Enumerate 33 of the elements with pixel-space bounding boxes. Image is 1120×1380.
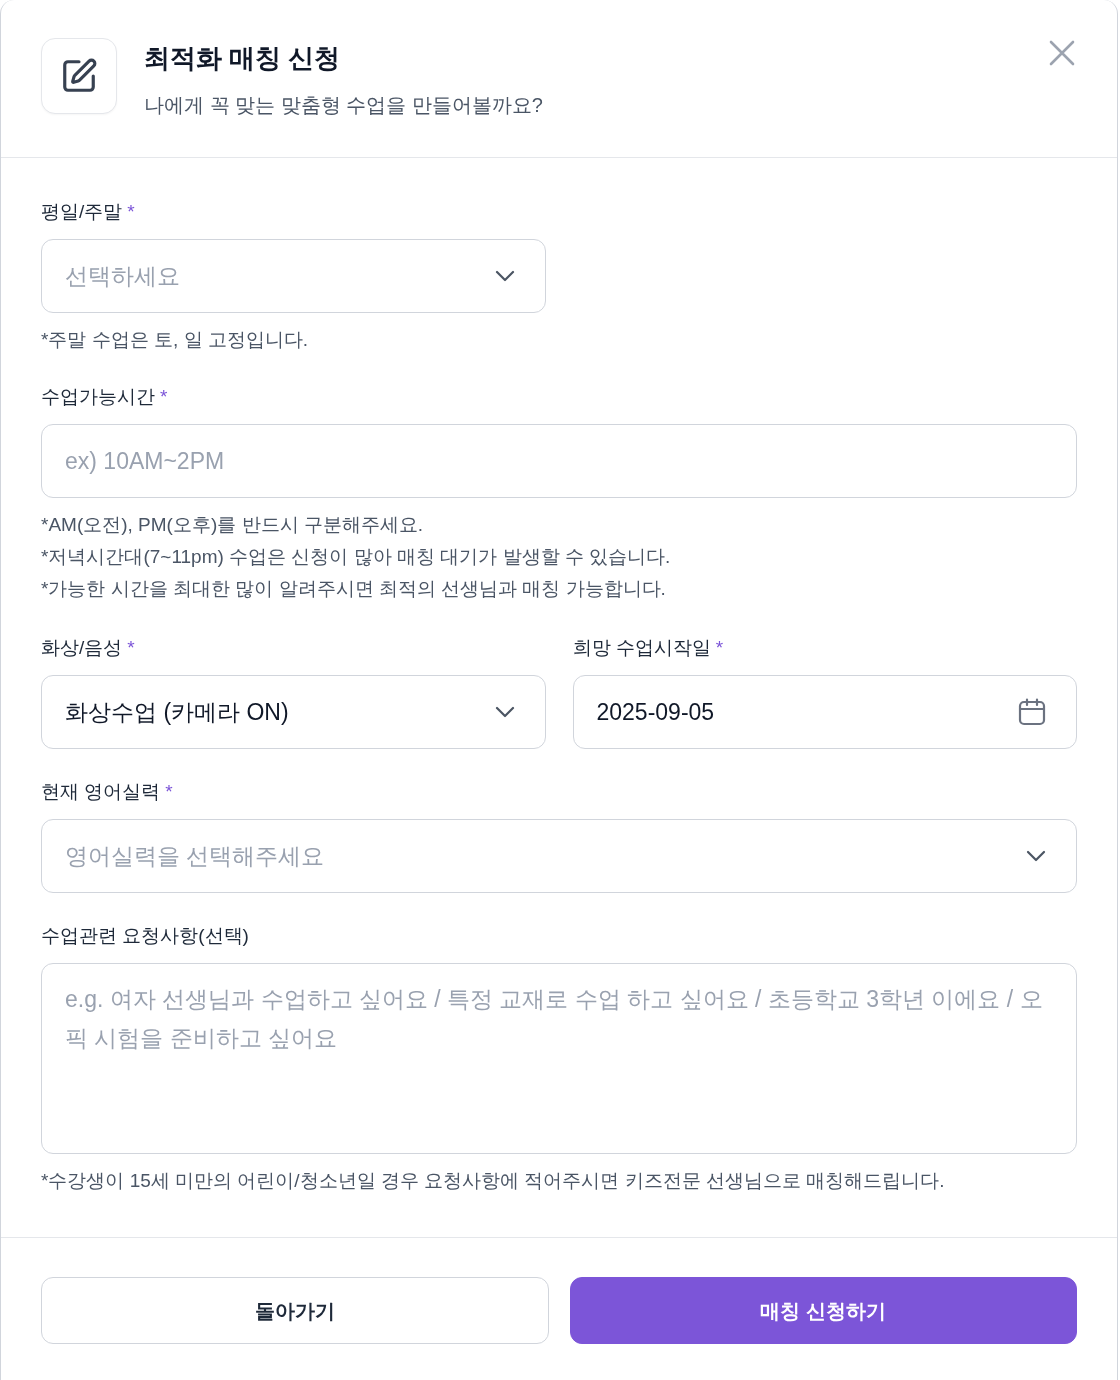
helper-text: *수강생이 15세 미만의 어린이/청소년일 경우 요청사항에 적어주시면 키즈전문 선생님으로 매칭해드립니다.	[41, 1169, 946, 1193]
helper-text: *주말 수업은 토, 일 고정입니다.	[41, 328, 310, 352]
helper-text: *저녁시간대(7~11pm) 수업은 신청이 많아 매칭 대기가 발생할 수 있습니다.	[41, 545, 672, 569]
required-mark: *	[165, 780, 173, 804]
close-button[interactable]	[1047, 38, 1077, 68]
select-field[interactable]: 영어실력을 선택해주세요	[41, 819, 1077, 893]
edit-icon	[41, 38, 117, 114]
field-label: 희망 수업시작일	[572, 636, 711, 660]
field-label: 평일/주말	[41, 200, 123, 224]
field-label: 화상/음성	[41, 636, 123, 660]
field-label: 수업관련 요청사항(선택)	[41, 924, 249, 948]
request-textarea[interactable]: e.g. 여자 선생님과 수업하고 싶어요 / 특정 교재로 수업 하고 싶어요 / 초등학교 3학년 이에요 / 오픽 시험을 준비하고 싶어요	[41, 963, 1077, 1154]
calendar-icon	[1018, 698, 1046, 726]
close-icon	[1049, 40, 1075, 66]
date-input[interactable]: 2025-09-05	[572, 675, 1077, 749]
chevron-down-icon	[494, 270, 515, 282]
helper-text: *가능한 시간을 최대한 많이 알려주시면 최적의 선생님과 매칭 가능합니다.	[41, 577, 667, 601]
submit-button[interactable]: 매칭 신청하기	[569, 1277, 1077, 1344]
required-mark: *	[127, 200, 135, 224]
required-mark: *	[160, 385, 168, 409]
field-label: 수업가능시간	[41, 385, 155, 409]
chevron-down-icon	[494, 706, 515, 718]
select-field[interactable]: 화상수업 (카메라 ON)	[41, 675, 546, 749]
required-mark: *	[127, 636, 135, 660]
dialog-subtitle: 나에게 꼭 맞는 맞춤형 수업을 만들어볼까요?	[144, 93, 543, 118]
dialog-title: 최적화 매칭 신청	[144, 42, 342, 75]
chevron-down-icon	[1026, 850, 1046, 862]
select-field[interactable]: 선택하세요	[41, 239, 546, 313]
field-label: 현재 영어실력	[41, 780, 161, 804]
helper-text: *AM(오전), PM(오후)를 반드시 구분해주세요.	[41, 513, 425, 537]
back-button[interactable]: 돌아가기	[41, 1277, 549, 1344]
text-input[interactable]: ex) 10AM~2PM	[41, 424, 1077, 498]
required-mark: *	[715, 636, 724, 660]
